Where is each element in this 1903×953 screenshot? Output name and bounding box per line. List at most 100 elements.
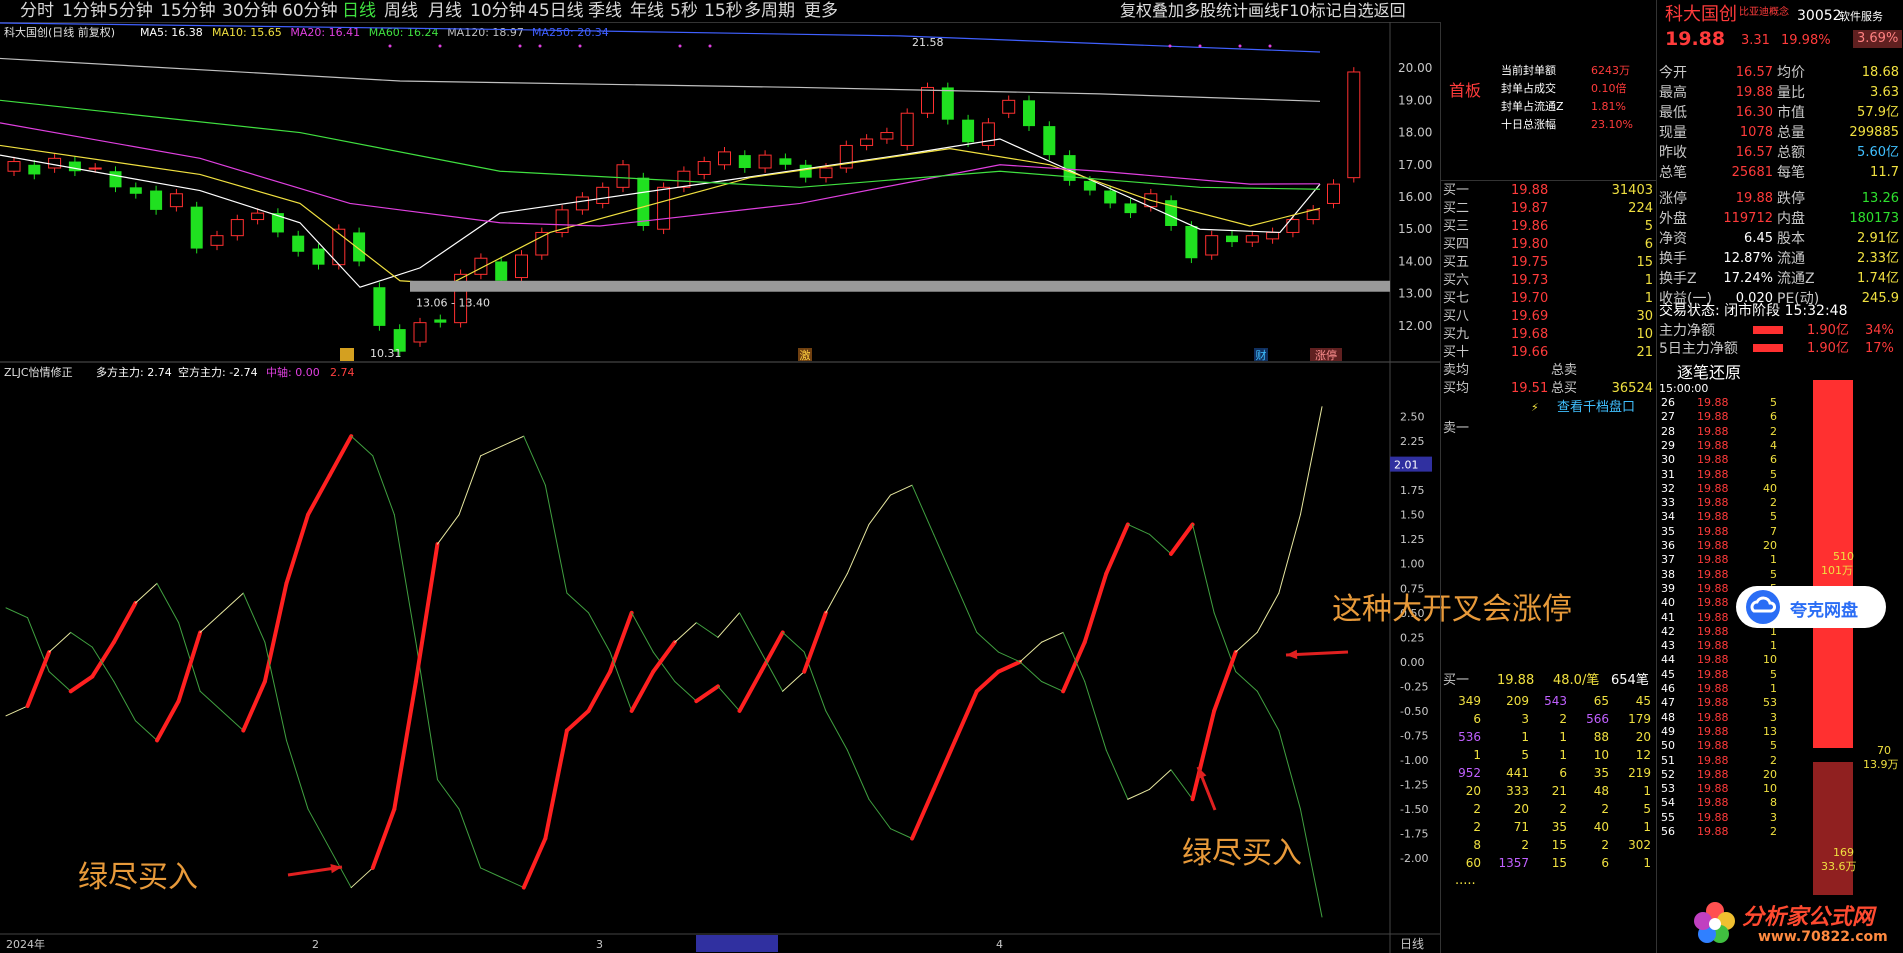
queue-cell-6-1: 20 <box>1513 802 1529 816</box>
ind-seg-kong-57 <box>1235 631 1258 653</box>
period-tab-15[interactable]: 多周期 <box>744 0 795 22</box>
candle-body <box>292 235 305 252</box>
period-tab-14[interactable]: 15秒 <box>704 0 743 22</box>
buy-price-4: 19.75 <box>1511 255 1549 270</box>
tick-price-14: 19.88 <box>1697 596 1729 610</box>
flower-logo-icon <box>1694 902 1735 943</box>
period-tab-10[interactable]: 45日线 <box>528 0 584 22</box>
price-range-label: 13.06 - 13.40 <box>416 297 490 310</box>
quote-label2-9: 流通 <box>1777 251 1805 267</box>
queue-cell-6-2: 2 <box>1559 802 1567 816</box>
period-tab-0[interactable]: 分时 <box>20 0 54 22</box>
buy-price-2: 19.86 <box>1511 219 1549 234</box>
period-tab-12[interactable]: 年线 <box>630 0 664 22</box>
period-tab-4[interactable]: 30分钟 <box>222 0 278 22</box>
period-tab-2[interactable]: 5分钟 <box>108 0 153 22</box>
kline-title: 科大国创(日线 前复权) <box>4 25 115 39</box>
ind-seg-duo-60 <box>1299 808 1323 918</box>
period-tab-7[interactable]: 周线 <box>384 0 418 22</box>
period-tab-1[interactable]: 1分钟 <box>62 0 107 22</box>
ind-seg-kong-42 <box>911 484 935 535</box>
quote-value2-2: 57.9亿 <box>1857 105 1899 120</box>
period-tab-5[interactable]: 60分钟 <box>282 0 338 22</box>
buy-label-7: 买八 <box>1443 309 1470 324</box>
candle-body <box>819 167 833 179</box>
tick-price-11: 19.88 <box>1697 553 1729 567</box>
tick-idx-0: 26 <box>1661 396 1675 409</box>
trade-state: 交易状态: 闭市阶段 15:32:48 <box>1659 303 1848 319</box>
period-tab-6[interactable]: 日线 <box>342 0 376 22</box>
tick-vol-22: 3 <box>1770 710 1777 724</box>
candle-body <box>68 161 81 172</box>
period-tab-13[interactable]: 5秒 <box>670 0 698 22</box>
quote-label-7: 外盘 <box>1659 211 1687 227</box>
tick-price-10: 19.88 <box>1697 539 1729 552</box>
quote-label-6: 涨停 <box>1659 191 1687 207</box>
candle-body <box>677 170 691 188</box>
tick-idx-7: 33 <box>1661 496 1675 510</box>
candle-body <box>799 164 812 178</box>
queue-cell-2-4: 20 <box>1635 730 1651 744</box>
sell-avg-label: 卖均 <box>1443 363 1470 378</box>
ind-seg-kong-24 <box>523 435 546 486</box>
period-tab-11[interactable]: 季线 <box>588 0 622 22</box>
kuake-netdisk-badge[interactable]: 夸克网盘 <box>1736 586 1886 628</box>
qiandang-link[interactable]: 查看千档盘口 <box>1557 399 1635 417</box>
quote-value2-8: 2.91亿 <box>1857 231 1899 246</box>
tick-price-30: 19.88 <box>1697 825 1729 838</box>
quote-label2-4: 总额 <box>1777 145 1805 161</box>
buy-vol-0: 31403 <box>1611 183 1653 198</box>
ind-seg-kong-12 <box>264 641 287 741</box>
stock-code: 30052 <box>1797 8 1842 24</box>
candle-body <box>921 86 934 114</box>
right-toolbar[interactable]: 复权叠加多股统计画线F10标记自选返回 <box>1120 0 1406 22</box>
kline-ytick-2: 18.00 <box>1398 126 1432 140</box>
queue-cell-4-1: 441 <box>1506 766 1529 780</box>
signal-dot <box>388 44 392 48</box>
buy-vol-6: 1 <box>1644 291 1653 306</box>
queue-cell-9-3: 6 <box>1601 856 1609 870</box>
quote-label-1: 最高 <box>1659 85 1687 101</box>
tick-price-0: 19.88 <box>1697 396 1729 409</box>
ind-seg-kong-51 <box>1105 749 1129 800</box>
period-tab-3[interactable]: 15分钟 <box>160 0 216 22</box>
quote-value2-9: 2.33亿 <box>1857 251 1899 266</box>
candle-body <box>515 254 528 279</box>
tick-vol-19: 5 <box>1770 667 1777 681</box>
period-tab-16[interactable]: 更多 <box>804 0 838 22</box>
candle-body <box>1083 180 1096 191</box>
tick-idx-6: 32 <box>1661 481 1675 495</box>
period-tab-9[interactable]: 10分钟 <box>470 0 526 22</box>
xaxis-label-2: 3 <box>596 938 603 951</box>
ind-seg-duo-2 <box>48 671 72 692</box>
stat-value-0: 6243万 <box>1591 64 1630 77</box>
ind-seg-kong-47 <box>1019 641 1043 663</box>
quote-label-4: 昨收 <box>1659 145 1687 161</box>
queue-buy1-avg: 48.0/笔 <box>1553 673 1600 688</box>
ind-seg-duo-10 <box>221 710 244 732</box>
quote-value2-4: 5.60亿 <box>1857 145 1899 160</box>
stat-label-1: 封单占成交 <box>1501 82 1556 95</box>
stock-pct: 19.98% <box>1781 33 1831 48</box>
queue-cell-8-2: 15 <box>1551 838 1567 852</box>
tick-price-25: 19.88 <box>1697 753 1729 767</box>
period-tab-8[interactable]: 月线 <box>428 0 462 22</box>
ind-seg-kong-9 <box>199 612 223 633</box>
ind-seg-duo-40 <box>868 798 892 830</box>
ma-legend-0: MA5: 16.38 <box>140 26 203 39</box>
ind-ytick-12: -0.50 <box>1400 705 1428 718</box>
tick-vol-9: 7 <box>1770 524 1777 538</box>
tick-price-15: 19.88 <box>1697 610 1729 624</box>
queue-cell-0-3: 65 <box>1593 694 1609 708</box>
queue-cell-2-2: 1 <box>1559 730 1567 744</box>
queue-cell-7-1: 71 <box>1513 820 1529 834</box>
tick-price-20: 19.88 <box>1697 682 1729 695</box>
ind-seg-duo-59 <box>1278 730 1301 810</box>
queue-cell-9-0: 60 <box>1465 856 1481 870</box>
candle-body <box>434 319 447 323</box>
tick-vol-26: 20 <box>1763 767 1777 781</box>
tick-idx-19: 45 <box>1661 667 1675 681</box>
tick-idx-28: 54 <box>1661 796 1675 810</box>
kline-ytick-6: 14.00 <box>1398 254 1432 268</box>
stat-label-2: 封单占流通Z <box>1501 100 1564 113</box>
